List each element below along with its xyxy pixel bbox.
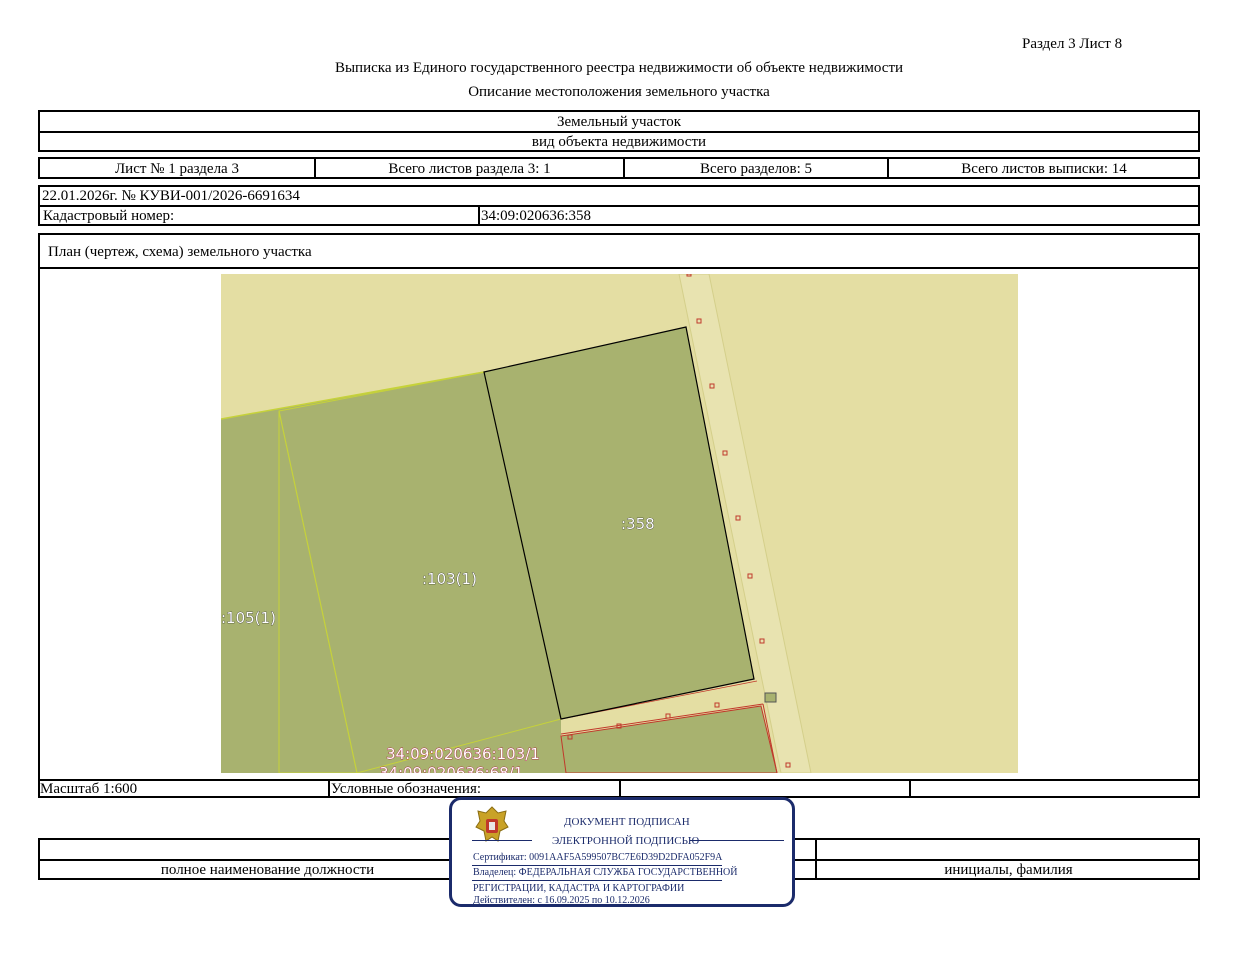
stamp-valid: Действителен: с 16.09.2025 по 10.12.2026	[473, 895, 650, 906]
name-label: инициалы, фамилия	[944, 862, 1073, 878]
object-kind-label: вид объекта недвижимости	[531, 134, 707, 150]
cadastral-number: 34:09:020636:358	[481, 208, 592, 224]
e-signature-stamp: ДОКУМЕНТ ПОДПИСАН ЭЛЕКТРОННОЙ ПОДПИСЬЮ С…	[449, 797, 795, 907]
emblem-icon	[475, 806, 509, 842]
total-section-sheets: Всего листов раздела 3: 1	[388, 161, 551, 177]
total-extract-sheets: Всего листов выписки: 14	[961, 161, 1127, 177]
stamp-certificate: Сертификат: 0091AAF5A599507BC7E6D39D2DFA…	[473, 852, 723, 863]
document-title: Выписка из Единого государственного реес…	[334, 60, 904, 76]
legend-label: Условные обозначения:	[331, 781, 482, 797]
label-358: :358	[621, 515, 655, 533]
stamp-owner2: РЕГИСТРАЦИИ, КАДАСТРА И КАРТОГРАФИИ	[473, 883, 685, 894]
scale-label: Масштаб 1:600	[40, 781, 138, 797]
cadastral-label: Кадастровый номер:	[43, 208, 175, 224]
cadastral-map: :358 :103(1) :105(1) 34:09:020636:103/1 …	[221, 274, 1018, 773]
object-type-box: Земельный участок вид объекта недвижимос…	[38, 110, 1200, 152]
plan-title: План (чертеж, схема) земельного участка	[48, 244, 312, 260]
position-label: полное наименование должности	[160, 862, 375, 878]
object-name: Земельный участок	[556, 114, 682, 130]
sheet-of-section: Лист № 1 раздела 3	[115, 161, 239, 177]
small-structure	[764, 692, 777, 703]
record-box: 22.01.2026г. № КУВИ-001/2026-6691634 Кад…	[38, 185, 1200, 226]
label-road-103-1: 34:09:020636:103/1	[386, 745, 540, 763]
stamp-line1: ДОКУМЕНТ ПОДПИСАН	[564, 816, 690, 828]
document-subtitle: Описание местоположения земельного участ…	[468, 84, 770, 100]
sheets-row: Лист № 1 раздела 3 Всего листов раздела …	[38, 157, 1200, 179]
record-date-number: 22.01.2026г. № КУВИ-001/2026-6691634	[42, 188, 300, 204]
total-sections: Всего разделов: 5	[699, 161, 813, 177]
scale-legend-row: Масштаб 1:600 Условные обозначения:	[38, 779, 1200, 798]
label-road-68-1: 34:09:020636:68/1	[379, 764, 523, 773]
stamp-owner1: Владелец: ФЕДЕРАЛЬНАЯ СЛУЖБА ГОСУДАРСТВЕ…	[473, 867, 738, 878]
stamp-line2: ЭЛЕКТРОННОЙ ПОДПИСЬЮ	[552, 835, 700, 847]
label-105: :105(1)	[221, 609, 276, 627]
label-103: :103(1)	[422, 570, 477, 588]
section-sheet: Раздел 3 Лист 8	[1022, 36, 1123, 52]
